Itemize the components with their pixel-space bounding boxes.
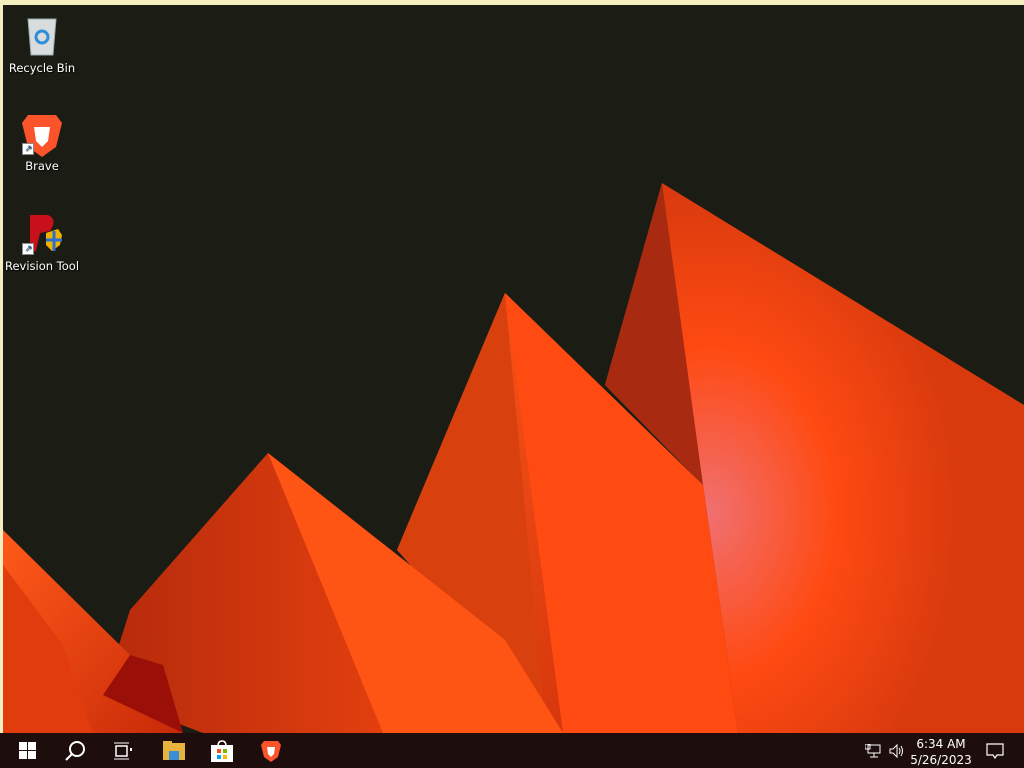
action-center-button[interactable]: [982, 733, 1008, 768]
volume-icon[interactable]: [886, 733, 908, 768]
brave-taskbar-button[interactable]: [248, 733, 294, 768]
file-explorer-button[interactable]: [151, 733, 197, 768]
revision-tool-label: Revision Tool: [4, 259, 80, 273]
desktop-icon-brave[interactable]: ↗ Brave: [4, 111, 80, 173]
taskbar: 6:34 AM 5/26/2023: [0, 733, 1024, 768]
revision-tool-icon: ↗: [20, 211, 64, 255]
recycle-bin-icon: [20, 13, 64, 57]
clock-date: 5/26/2023: [910, 753, 972, 767]
microsoft-store-button[interactable]: [199, 733, 245, 768]
desktop[interactable]: Recycle Bin ↗ Brave ↗ Revision Tool: [3, 5, 1024, 733]
search-button[interactable]: [52, 733, 98, 768]
brave-label: Brave: [25, 159, 59, 173]
clock[interactable]: 6:34 AM 5/26/2023: [906, 736, 976, 768]
desktop-icon-recycle-bin[interactable]: Recycle Bin: [4, 13, 80, 75]
task-view-icon: [114, 742, 132, 759]
wallpaper: [3, 183, 1024, 733]
brave-icon: ↗: [20, 111, 64, 157]
task-view-button[interactable]: [100, 733, 146, 768]
notification-icon: [986, 742, 1004, 759]
store-icon: [211, 739, 233, 762]
start-button[interactable]: [4, 733, 50, 768]
search-icon: [65, 740, 85, 761]
clock-time: 6:34 AM: [916, 737, 966, 751]
shortcut-arrow-icon: ↗: [22, 143, 34, 155]
brave-icon: [261, 740, 281, 762]
windows-logo-icon: [18, 742, 36, 759]
shortcut-arrow-icon: ↗: [22, 243, 34, 255]
network-icon[interactable]: [862, 733, 884, 768]
desktop-icon-revision-tool[interactable]: ↗ Revision Tool: [4, 211, 80, 273]
recycle-bin-label: Recycle Bin: [8, 61, 76, 75]
folder-icon: [163, 740, 185, 760]
